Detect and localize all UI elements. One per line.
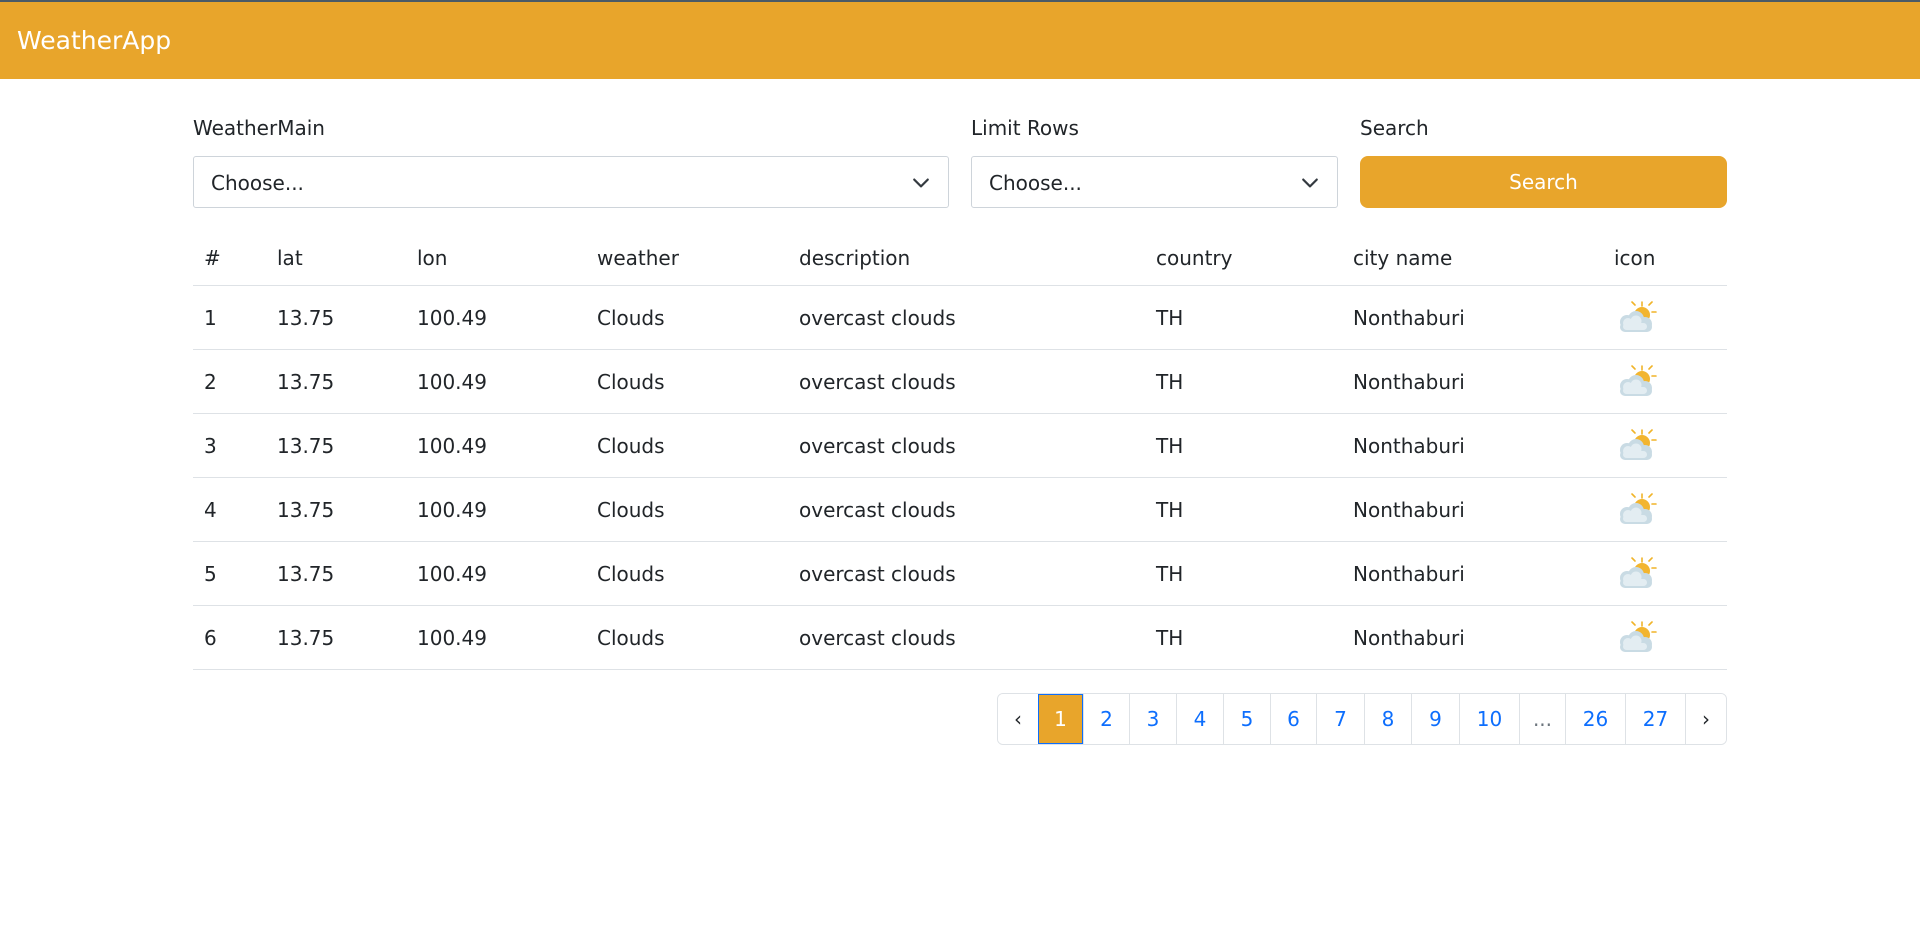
cell-number: 2 <box>204 370 217 394</box>
pagination-page-1[interactable]: 1 <box>1038 694 1083 744</box>
cell-weather: Clouds <box>597 306 665 330</box>
limit-rows-select-value: Choose... <box>989 171 1082 195</box>
partly-cloudy-icon <box>1614 556 1658 592</box>
cell-country: TH <box>1156 626 1184 650</box>
cell-country: TH <box>1156 306 1184 330</box>
navbar: WeatherApp <box>0 0 1920 79</box>
pagination-prev-button[interactable]: ‹ <box>998 694 1038 744</box>
partly-cloudy-icon <box>1614 492 1658 528</box>
cell-lat: 13.75 <box>277 434 335 458</box>
table-body: 1 13.75 100.49 Clouds overcast clouds TH Nonth… <box>193 286 1727 670</box>
column-header-description: description <box>799 246 911 270</box>
table-row: 4 13.75 100.49 Clouds overcast clouds TH Nonth… <box>193 478 1727 542</box>
cell-description: overcast clouds <box>799 434 956 458</box>
cell-weather: Clouds <box>597 498 665 522</box>
pagination-page-27[interactable]: 27 <box>1625 694 1685 744</box>
weather-main-select[interactable]: Choose... <box>193 156 949 208</box>
pagination-page-2[interactable]: 2 <box>1083 694 1129 744</box>
cell-lon: 100.49 <box>417 626 487 650</box>
pagination-page-9[interactable]: 9 <box>1411 694 1459 744</box>
pagination-page-6[interactable]: 6 <box>1270 694 1316 744</box>
pagination-ellipsis: ... <box>1519 694 1565 744</box>
table-row: 1 13.75 100.49 Clouds overcast clouds TH Nonth… <box>193 286 1727 350</box>
cell-country: TH <box>1156 498 1184 522</box>
weather-main-select-value: Choose... <box>211 171 304 195</box>
cell-number: 4 <box>204 498 217 522</box>
column-header-icon: icon <box>1614 246 1656 270</box>
partly-cloudy-icon <box>1614 364 1658 400</box>
cell-lat: 13.75 <box>277 306 335 330</box>
column-header-number: # <box>204 246 221 270</box>
cell-lat: 13.75 <box>277 562 335 586</box>
pagination-page-3[interactable]: 3 <box>1129 694 1176 744</box>
weather-main-label: WeatherMain <box>193 116 325 140</box>
cell-lat: 13.75 <box>277 370 335 394</box>
weather-table: # lat lon weather description country ci… <box>193 232 1727 670</box>
cell-country: TH <box>1156 434 1184 458</box>
table-row: 5 13.75 100.49 Clouds overcast clouds TH Nonth… <box>193 542 1727 606</box>
cell-weather: Clouds <box>597 562 665 586</box>
cell-lat: 13.75 <box>277 498 335 522</box>
cell-city-name: Nonthaburi <box>1353 306 1465 330</box>
limit-rows-select[interactable]: Choose... <box>971 156 1338 208</box>
pagination-page-26[interactable]: 26 <box>1565 694 1625 744</box>
cell-lon: 100.49 <box>417 370 487 394</box>
pagination-page-7[interactable]: 7 <box>1316 694 1364 744</box>
limit-rows-label: Limit Rows <box>971 116 1079 140</box>
cell-lon: 100.49 <box>417 434 487 458</box>
pagination-page-8[interactable]: 8 <box>1364 694 1411 744</box>
cell-lon: 100.49 <box>417 562 487 586</box>
pagination: ‹ 1 2 3 4 5 6 7 8 9 10... 26 27 › <box>997 693 1727 745</box>
cell-number: 3 <box>204 434 217 458</box>
table-header-row: # lat lon weather description country ci… <box>193 232 1727 286</box>
column-header-lat: lat <box>277 246 303 270</box>
search-button[interactable]: Search <box>1360 156 1727 208</box>
cell-lat: 13.75 <box>277 626 335 650</box>
cell-description: overcast clouds <box>799 306 956 330</box>
cell-number: 5 <box>204 562 217 586</box>
pagination-next-button[interactable]: › <box>1685 694 1726 744</box>
cell-city-name: Nonthaburi <box>1353 434 1465 458</box>
partly-cloudy-icon <box>1614 300 1658 336</box>
cell-weather: Clouds <box>597 370 665 394</box>
table-row: 3 13.75 100.49 Clouds overcast clouds TH Nonth… <box>193 414 1727 478</box>
cell-description: overcast clouds <box>799 498 956 522</box>
cell-city-name: Nonthaburi <box>1353 498 1465 522</box>
partly-cloudy-icon <box>1614 620 1658 656</box>
pagination-page-10[interactable]: 10 <box>1459 694 1519 744</box>
cell-city-name: Nonthaburi <box>1353 562 1465 586</box>
cell-city-name: Nonthaburi <box>1353 626 1465 650</box>
cell-description: overcast clouds <box>799 626 956 650</box>
table-row: 6 13.75 100.49 Clouds overcast clouds TH Nonth… <box>193 606 1727 670</box>
cell-number: 1 <box>204 306 217 330</box>
column-header-city-name: city name <box>1353 246 1453 270</box>
partly-cloudy-icon <box>1614 428 1658 464</box>
cell-country: TH <box>1156 562 1184 586</box>
cell-weather: Clouds <box>597 626 665 650</box>
pagination-page-5[interactable]: 5 <box>1223 694 1270 744</box>
cell-lon: 100.49 <box>417 498 487 522</box>
chevron-down-icon <box>913 178 929 188</box>
cell-country: TH <box>1156 370 1184 394</box>
chevron-down-icon <box>1302 178 1318 188</box>
cell-description: overcast clouds <box>799 562 956 586</box>
search-label: Search <box>1360 116 1429 140</box>
cell-number: 6 <box>204 626 217 650</box>
column-header-weather: weather <box>597 246 679 270</box>
column-header-country: country <box>1156 246 1233 270</box>
column-header-lon: lon <box>417 246 448 270</box>
brand-logo-text[interactable]: WeatherApp <box>17 26 171 56</box>
table-row: 2 13.75 100.49 Clouds overcast clouds TH Nonth… <box>193 350 1727 414</box>
cell-lon: 100.49 <box>417 306 487 330</box>
pagination-page-4[interactable]: 4 <box>1176 694 1223 744</box>
cell-description: overcast clouds <box>799 370 956 394</box>
cell-weather: Clouds <box>597 434 665 458</box>
cell-city-name: Nonthaburi <box>1353 370 1465 394</box>
